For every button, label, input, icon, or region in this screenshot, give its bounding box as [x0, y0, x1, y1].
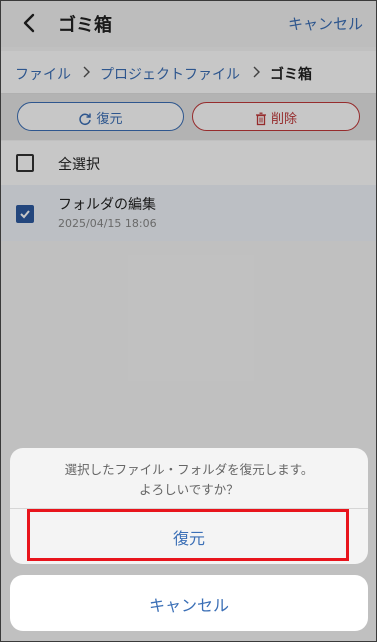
app-frame: ゴミ箱 キャンセル ファイル プロジェクトファイル ゴミ箱 復元 削除 全選択 … — [0, 0, 377, 642]
dialog-cancel-button[interactable]: キャンセル — [10, 575, 368, 631]
dialog-message-line2: よろしいですか？ — [139, 482, 239, 497]
dialog-cancel-label: キャンセル — [148, 596, 229, 615]
dialog-message: 選択したファイル・フォルダを復元します。 よろしいですか？ — [10, 460, 368, 500]
dialog-message-line1: 選択したファイル・フォルダを復元します。 — [64, 462, 314, 477]
highlight-box — [27, 509, 349, 561]
